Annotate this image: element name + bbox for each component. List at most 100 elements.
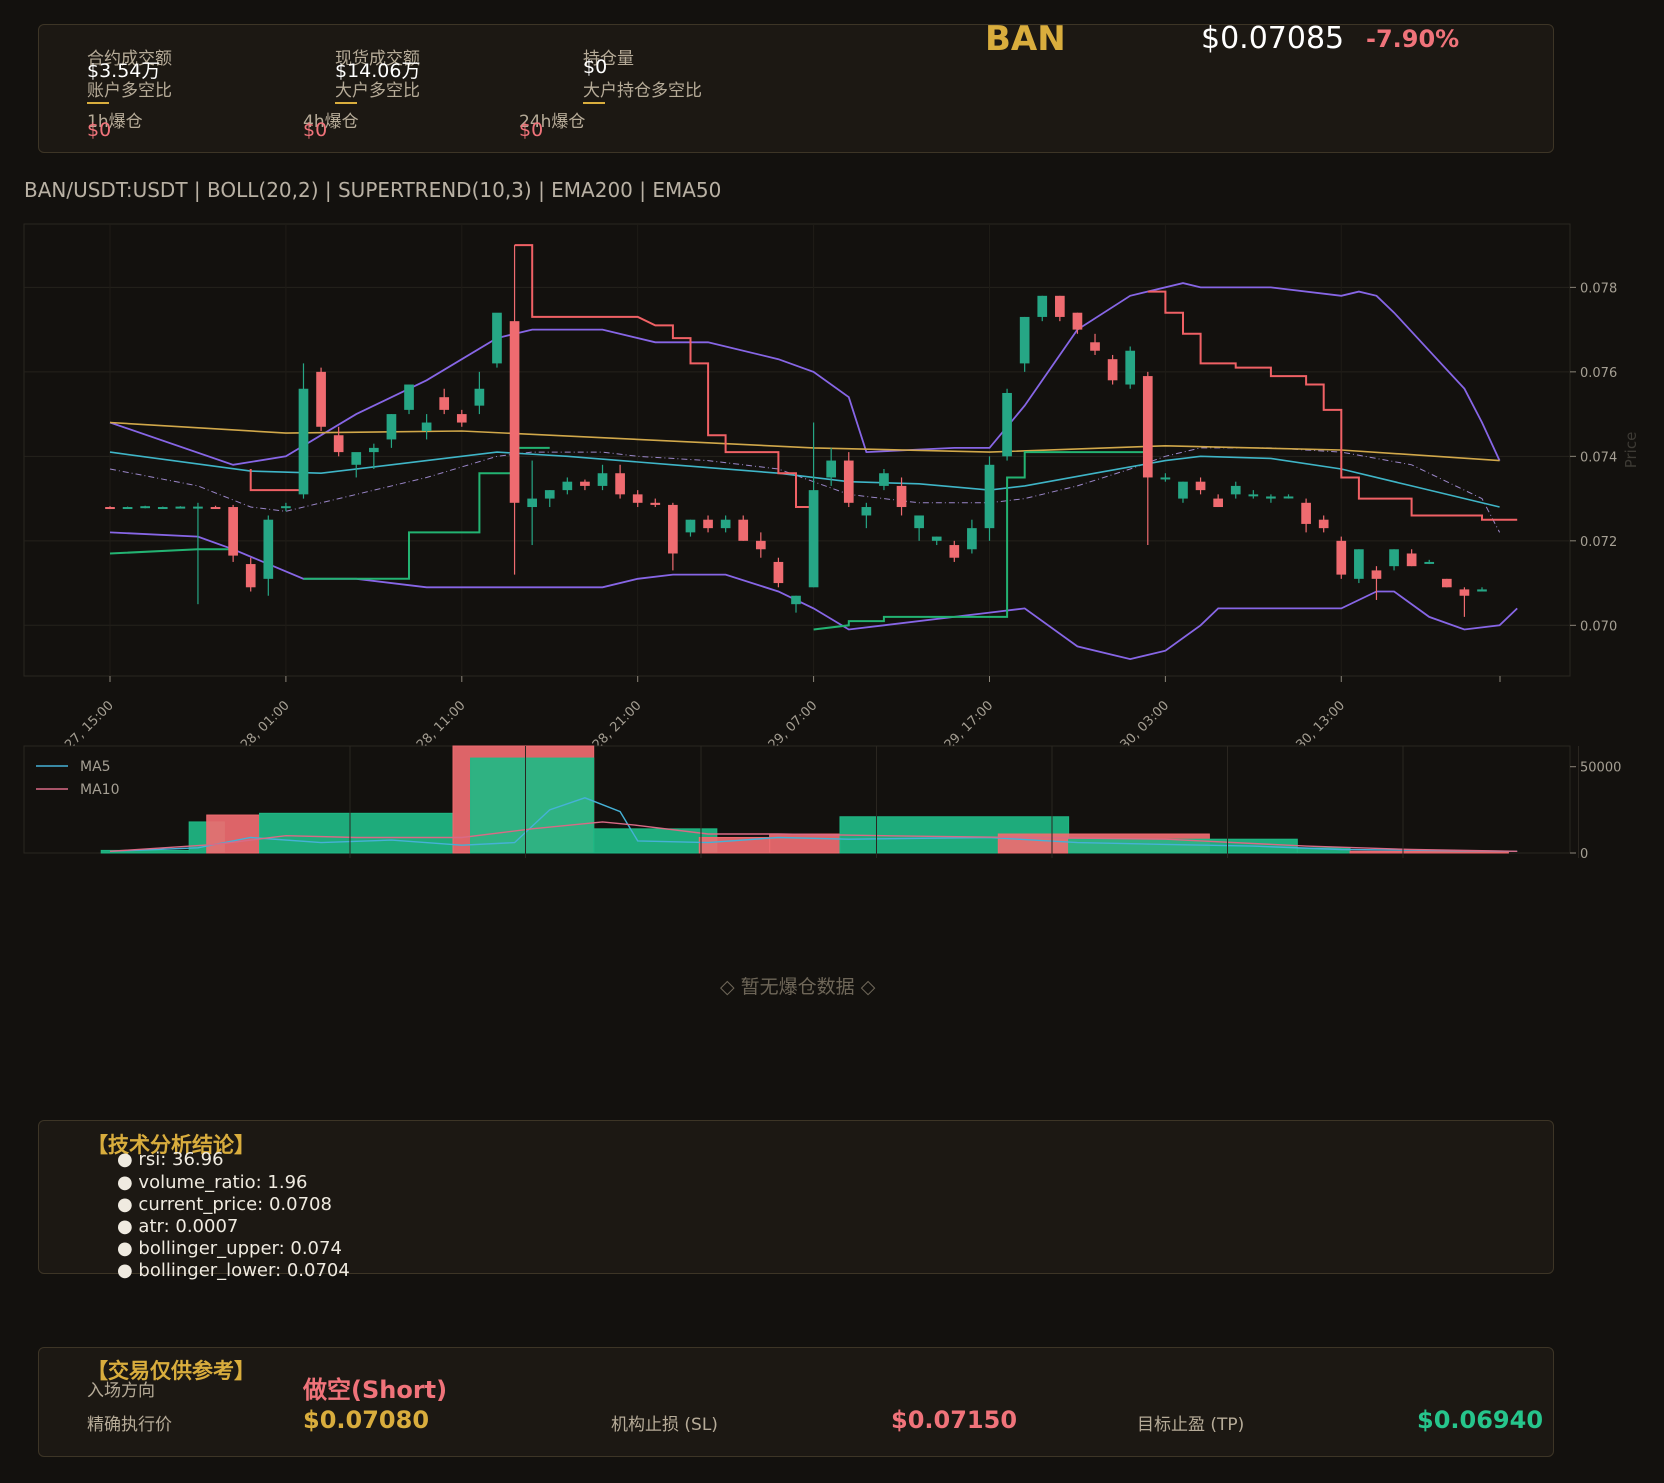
candle-body (439, 397, 450, 410)
candle-body (896, 485, 907, 508)
current-price: $0.07085 (1201, 21, 1345, 56)
candle-body (1160, 477, 1171, 480)
candle-body (615, 473, 625, 495)
candle-body (808, 490, 819, 588)
liq-4h-value: $0 (303, 119, 328, 141)
candle-body (650, 502, 661, 505)
candle-body (967, 528, 977, 550)
candle-body (1213, 498, 1223, 508)
candle-body (914, 515, 924, 529)
liq-1h-value: $0 (87, 119, 112, 141)
candle-body (843, 460, 854, 503)
candle-body (509, 321, 520, 503)
stop-loss-label: 机构止损 (SL) (611, 1415, 718, 1435)
candle-body (386, 414, 397, 440)
take-profit-label: 目标止盈 (TP) (1137, 1415, 1245, 1435)
liq-24h-value: $0 (519, 119, 544, 141)
price-ytick-label: 0.076 (1580, 366, 1617, 381)
stat-top-position-ratio-label: 大户持仓多空比 (583, 81, 702, 101)
trade-card: 【交易仅供参考】 入场方向 做空(Short) 精确执行价 $0.07080 机… (38, 1347, 1554, 1457)
analysis-item: ● bollinger_upper: 0.074 (117, 1238, 342, 1259)
candle-body (879, 473, 889, 486)
candle-body (1318, 519, 1329, 529)
volume-ytick-label: 0 (1580, 847, 1588, 862)
candle-body (1459, 589, 1470, 596)
price-ytick-label: 0.070 (1580, 619, 1617, 634)
candle-body (720, 519, 731, 529)
candle-body (1354, 549, 1364, 579)
candle-body (1389, 549, 1399, 567)
candle-body (474, 388, 485, 406)
analysis-item: ● current_price: 0.0708 (117, 1194, 332, 1215)
candle-body (245, 564, 256, 588)
stop-loss-value: $0.07150 (891, 1406, 1018, 1434)
candle-body (1266, 496, 1276, 499)
price-ytick-label: 0.072 (1580, 535, 1617, 550)
analysis-item: ● rsi: 36.96 (117, 1149, 224, 1170)
candle-body (193, 506, 203, 509)
stat-open-interest-value: $0 (583, 56, 608, 78)
candle-body (157, 507, 168, 510)
candle-body (738, 519, 749, 541)
candle-body (685, 519, 696, 533)
stat-underline (335, 102, 357, 104)
candle-body (791, 595, 801, 605)
stat-underline (583, 102, 605, 104)
candle-body (1301, 502, 1311, 524)
candle-body (1125, 350, 1136, 385)
candle-body (949, 545, 960, 558)
candle-body (1283, 496, 1294, 499)
candle-body (1178, 481, 1188, 499)
price-ytick-label: 0.074 (1580, 450, 1617, 465)
candle-body (580, 481, 590, 486)
candle-body (668, 504, 678, 554)
candle-body (1424, 561, 1435, 564)
legend-label: MA5 (80, 759, 111, 775)
candle-body (1142, 376, 1153, 478)
analysis-item: ● bollinger_lower: 0.0704 (117, 1260, 350, 1281)
volume-bar (698, 836, 771, 854)
candle-body (122, 507, 133, 510)
candle-body (333, 435, 344, 453)
candle-body (1019, 316, 1030, 364)
stats-card: BAN $0.07085 -7.90% 合约成交额 $3.54万 账户多空比 现… (38, 19, 1554, 153)
analysis-card: 【技术分析结论】 ● rsi: 36.96 ● volume_ratio: 1.… (38, 1120, 1554, 1281)
candle-body (404, 384, 414, 410)
candle-body (1336, 540, 1347, 575)
price-axis-label: Price (1622, 432, 1640, 469)
candle-body (1002, 392, 1012, 457)
candle-body (703, 519, 713, 529)
candle-body (421, 422, 432, 431)
candle-body (984, 464, 995, 529)
candle-body (175, 506, 186, 509)
liquidation-empty-notice: ◇ 暂无爆仓数据 ◇ (720, 976, 876, 998)
volume-chart: 0 50000 MA5 MA10 (23, 745, 1621, 862)
candle-body (1107, 359, 1118, 381)
symbol: BAN (985, 19, 1066, 59)
analysis-item: ● volume_ratio: 1.96 (117, 1172, 308, 1193)
candle-body (281, 506, 291, 509)
candle-body (1037, 295, 1048, 317)
candle-body (316, 371, 326, 427)
candle-body (544, 490, 555, 499)
price-chart: 0.0700.0720.0740.0760.078PriceJun 27, 15… (23, 223, 1640, 750)
candle-body (1072, 312, 1083, 330)
candle-body (1477, 589, 1487, 592)
candle-body (1195, 481, 1206, 491)
candle-body (1230, 485, 1241, 495)
candle-body (1406, 553, 1417, 567)
candle-body (527, 498, 537, 508)
candle-body (1090, 342, 1100, 351)
candle-body (1371, 570, 1382, 579)
volume-ytick-label: 50000 (1580, 761, 1621, 776)
candle-body (1441, 578, 1452, 588)
price-ytick-label: 0.078 (1580, 281, 1617, 296)
candle-body (351, 452, 362, 465)
analysis-item: ● atr: 0.0007 (117, 1216, 239, 1237)
entry-value: $0.07080 (303, 1406, 430, 1434)
candle-body (861, 507, 872, 516)
candle-body (298, 388, 309, 495)
candle-body (263, 519, 274, 579)
candle-body (105, 507, 115, 510)
candle-body (210, 507, 221, 510)
